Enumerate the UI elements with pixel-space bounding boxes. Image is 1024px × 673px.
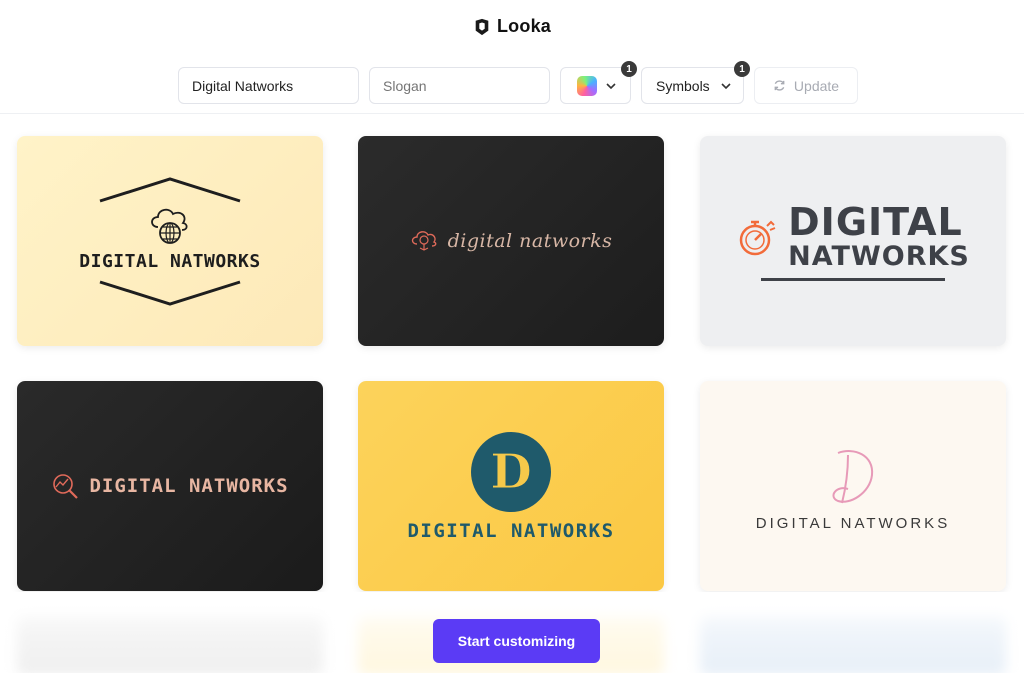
brand-name: Looka [496, 16, 551, 36]
letter-d-badge-icon: D [471, 432, 551, 512]
chart-magnifier-icon [53, 474, 79, 499]
stopwatch-icon [739, 220, 776, 255]
brand-header: Looka [0, 16, 1024, 37]
chevron-down-icon [721, 82, 731, 89]
logo-card-3[interactable]: DIGITAL NATWORKS [700, 136, 1006, 346]
color-swatch-icon [577, 75, 597, 96]
logo-text: DIGITAL NATWORKS [755, 514, 951, 532]
symbols-label: Symbols [656, 77, 710, 94]
logo-text: DIGITAL NATWORKS [407, 520, 615, 542]
slogan-input[interactable] [369, 67, 550, 104]
logo-text: digital natworks [447, 230, 613, 252]
logo-card-5[interactable]: D DIGITAL NATWORKS [358, 381, 664, 591]
logo-underline [761, 277, 945, 281]
hexagon-top-icon [99, 176, 241, 202]
logo-text: DIGITAL NATWORKS [89, 475, 289, 497]
logo-text-line2: NATWORKS [788, 240, 970, 272]
logo-text: DIGITAL NATWORKS [79, 250, 261, 272]
symbols-count-badge: 1 [734, 61, 750, 77]
cloud-globe-icon [151, 208, 188, 244]
hexagon-bottom-icon [99, 280, 241, 306]
cloud-dollar-icon [411, 231, 437, 251]
business-name-input[interactable] [178, 67, 359, 104]
svg-text:D: D [490, 444, 532, 500]
toolbar: 1 Symbols 1 Update [178, 61, 858, 104]
script-monogram-icon [832, 449, 874, 503]
start-customizing-button[interactable]: Start customizing [433, 619, 600, 663]
logo-card-2[interactable]: digital natworks [358, 136, 664, 346]
colors-button[interactable]: 1 [560, 61, 637, 104]
looka-logo-icon [475, 18, 489, 35]
logo-card-1[interactable]: DIGITAL NATWORKS [17, 136, 323, 346]
update-label: Update [793, 77, 840, 94]
colors-count-badge: 1 [621, 61, 637, 77]
refresh-icon [774, 80, 785, 91]
logo-card-6[interactable]: DIGITAL NATWORKS [700, 381, 1006, 591]
toolbar-divider [0, 113, 1024, 114]
symbols-button[interactable]: Symbols 1 [641, 61, 750, 104]
logo-text-line1: DIGITAL [788, 199, 963, 244]
chevron-down-icon [606, 82, 616, 89]
update-button[interactable]: Update [754, 67, 858, 104]
logo-card-4[interactable]: DIGITAL NATWORKS [17, 381, 323, 591]
